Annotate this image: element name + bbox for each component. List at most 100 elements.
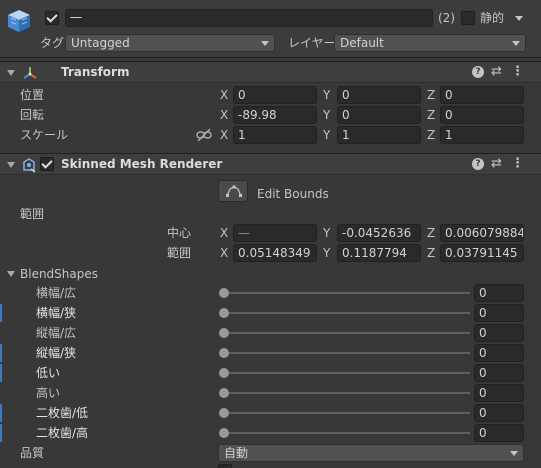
extent-z-field[interactable]: 0.03791145 [440, 244, 524, 262]
rotation-x-field[interactable]: -89.98 [233, 106, 317, 124]
extent-x-field[interactable]: 0.05148349 [233, 244, 317, 262]
center-y-field[interactable]: -0.0452636 [337, 224, 421, 242]
blendshape-slider-track[interactable] [224, 292, 470, 294]
rotation-z-field[interactable]: 0 [440, 106, 524, 124]
transform-title: Transform [61, 65, 130, 79]
fold-arrow-icon[interactable] [7, 271, 15, 277]
renderer-enabled-checkbox[interactable] [40, 157, 54, 171]
static-dropdown-caret-icon[interactable] [515, 16, 523, 21]
blendshape-slider-knob[interactable] [219, 408, 229, 418]
blendshape-label: 縦幅/広 [36, 326, 77, 340]
static-checkbox[interactable] [461, 11, 475, 25]
blendshape-value-field[interactable]: 0 [474, 364, 524, 382]
scale-y-field[interactable]: 1 [337, 126, 421, 144]
axis-z-label: Z [427, 128, 436, 142]
blendshape-value-field[interactable]: 0 [474, 404, 524, 422]
help-icon[interactable]: ? [472, 158, 484, 170]
chevron-down-icon [261, 41, 269, 46]
static-label: 静的 [480, 11, 505, 25]
blendshape-slider-knob[interactable] [219, 428, 229, 438]
edit-bounds-icon [226, 185, 242, 197]
tag-dropdown-value: Untagged [71, 36, 130, 50]
center-x-field[interactable]: — [233, 224, 317, 242]
scale-z-field[interactable]: 1 [440, 126, 524, 144]
chevron-down-icon [512, 41, 520, 46]
active-checkbox[interactable] [45, 11, 59, 25]
next-row-checkbox[interactable] [218, 464, 232, 468]
blendshapes-label: BlendShapes [20, 267, 98, 281]
blendshape-value-field[interactable]: 0 [474, 344, 524, 362]
blendshape-slider-track[interactable] [224, 352, 470, 354]
axis-x-label: X [220, 128, 229, 142]
axis-x-label: X [220, 226, 229, 240]
blendshape-value-field[interactable]: 0 [474, 324, 524, 342]
context-menu-icon[interactable]: ⋮ [511, 64, 524, 79]
override-indicator [0, 364, 2, 382]
fold-arrow-icon[interactable] [7, 70, 15, 76]
tag-dropdown[interactable]: Untagged [65, 34, 275, 52]
quality-label: 品質 [20, 446, 45, 460]
blendshape-label: 横幅/狭 [36, 306, 77, 320]
quality-dropdown[interactable]: 自動 [218, 444, 524, 462]
blendshape-slider-track[interactable] [224, 432, 470, 434]
override-indicator [0, 404, 2, 422]
help-icon[interactable]: ? [472, 66, 484, 78]
blendshape-slider-knob[interactable] [219, 388, 229, 398]
blendshape-slider-track[interactable] [224, 332, 470, 334]
context-menu-icon[interactable]: ⋮ [511, 156, 524, 171]
axis-z-label: Z [427, 226, 436, 240]
fold-arrow-icon[interactable] [7, 162, 15, 168]
blendshape-value-field[interactable]: 0 [474, 284, 524, 302]
blendshape-slider-track[interactable] [224, 372, 470, 374]
blendshape-label: 低い [36, 366, 61, 380]
position-y-field[interactable]: 0 [337, 86, 421, 104]
blendshape-slider-knob[interactable] [219, 348, 229, 358]
blendshape-value-field[interactable]: 0 [474, 424, 524, 442]
transform-header[interactable]: Transform ? ⇄ ⋮ [0, 61, 541, 83]
position-z-field[interactable]: 0 [440, 86, 524, 104]
presets-icon[interactable]: ⇄ [491, 156, 502, 171]
tag-label: タグ [40, 36, 65, 50]
gameobject-header: 一 (2) 静的 タグ Untagged レイヤー Default [0, 0, 541, 58]
axis-x-label: X [220, 108, 229, 122]
position-x-field[interactable]: 0 [233, 86, 317, 104]
bounds-label: 範囲 [20, 207, 45, 221]
blendshape-slider-track[interactable] [224, 412, 470, 414]
transform-axes-icon [23, 67, 37, 79]
blendshape-slider-knob[interactable] [219, 328, 229, 338]
center-z-field[interactable]: 0.006079884 [440, 224, 524, 242]
layer-dropdown[interactable]: Default [334, 34, 526, 52]
blendshape-slider-track[interactable] [224, 392, 470, 394]
quality-dropdown-value: 自動 [224, 446, 249, 460]
scale-x-field[interactable]: 1 [233, 126, 317, 144]
blendshape-slider-knob[interactable] [219, 368, 229, 378]
blendshape-slider-knob[interactable] [219, 288, 229, 298]
blendshape-slider-knob[interactable] [219, 308, 229, 318]
blendshape-label: 二枚歯/低 [36, 406, 89, 420]
edit-bounds-button[interactable] [218, 180, 248, 202]
presets-icon[interactable]: ⇄ [491, 64, 502, 79]
axis-x-label: X [220, 246, 229, 260]
gameobject-name-field[interactable]: 一 [65, 9, 433, 27]
rotation-y-field[interactable]: 0 [337, 106, 421, 124]
skinned-mesh-renderer-icon [23, 158, 36, 173]
blendshape-value-field[interactable]: 0 [474, 304, 524, 322]
constrain-proportions-link-icon[interactable] [196, 128, 212, 142]
axis-y-label: Y [323, 88, 331, 102]
scale-label: スケール [20, 128, 69, 142]
blendshape-slider-track[interactable] [224, 312, 470, 314]
axis-y-label: Y [323, 246, 331, 260]
blendshape-label: 縦幅/狭 [36, 346, 77, 360]
edit-bounds-label: Edit Bounds [257, 187, 329, 201]
skinned-mesh-renderer-header[interactable]: Skinned Mesh Renderer ? ⇄ ⋮ [0, 153, 541, 175]
extent-label: 範囲 [167, 246, 192, 260]
chevron-down-icon [510, 451, 518, 456]
axis-y-label: Y [323, 108, 331, 122]
count-badge: (2) [438, 11, 455, 25]
axis-z-label: Z [427, 108, 436, 122]
extent-y-field[interactable]: 0.1187794 [337, 244, 421, 262]
blendshape-value-field[interactable]: 0 [474, 384, 524, 402]
blendshapes-foldout[interactable]: BlendShapes [0, 265, 300, 283]
axis-y-label: Y [323, 226, 331, 240]
override-indicator [0, 344, 2, 362]
